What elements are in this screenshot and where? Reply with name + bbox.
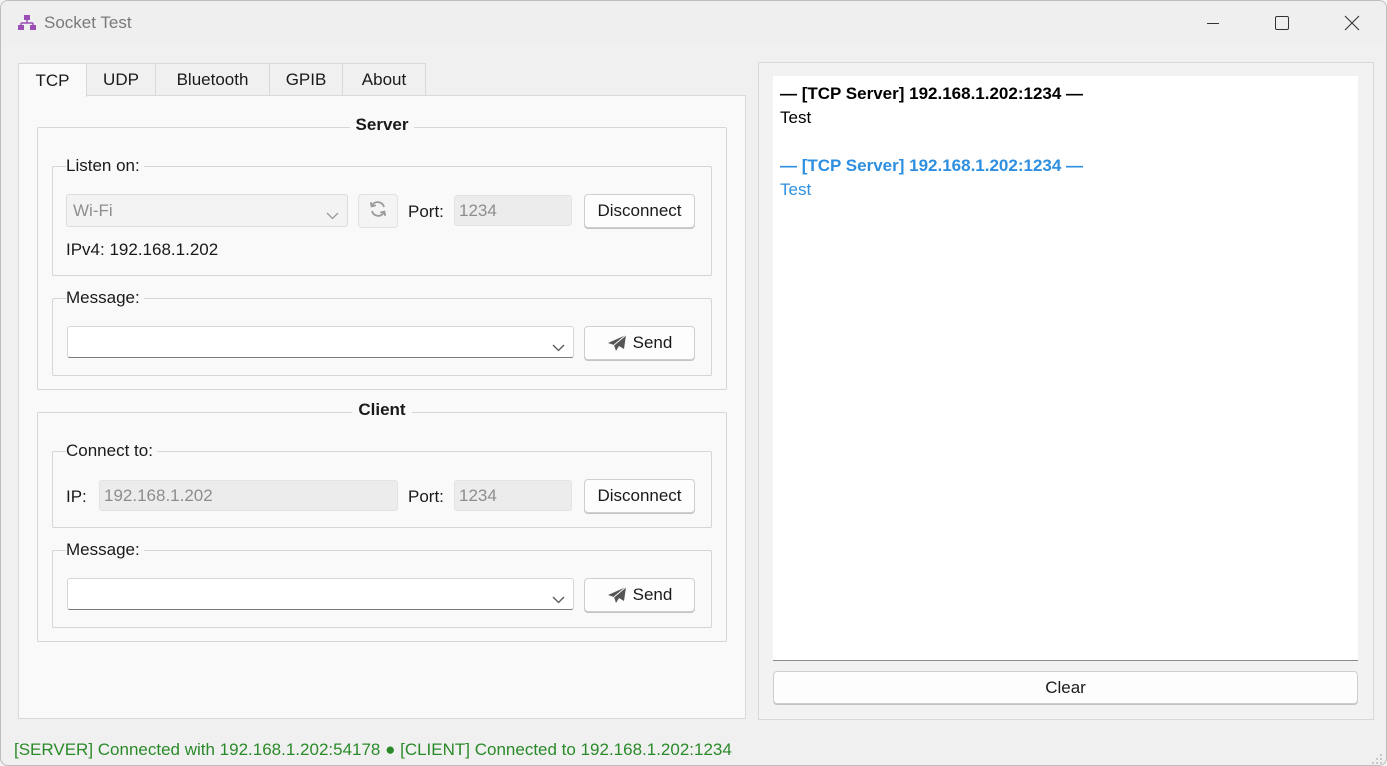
chevron-down-icon [552, 589, 565, 609]
log-entry-message: Test [780, 180, 812, 199]
interface-select[interactable]: Wi-Fi [66, 194, 348, 227]
listen-on-group: Listen on: Wi-Fi Port: 1234 Disconnect I… [52, 156, 712, 276]
server-group-title: Server [349, 115, 415, 134]
server-message-input[interactable] [67, 326, 574, 358]
refresh-button[interactable] [358, 194, 398, 228]
clear-button[interactable]: Clear [773, 671, 1358, 704]
minimize-button[interactable] [1178, 1, 1248, 45]
listen-on-label: Listen on: [66, 156, 144, 176]
server-disconnect-button[interactable]: Disconnect [584, 194, 695, 228]
client-send-button[interactable]: Send [584, 578, 695, 612]
maximize-icon [1275, 16, 1289, 30]
client-message-input[interactable] [67, 578, 574, 610]
paper-plane-icon [607, 586, 627, 604]
client-group-title: Client [352, 400, 412, 419]
resize-grip-icon[interactable] [1371, 750, 1383, 764]
chevron-down-icon [552, 337, 565, 357]
client-disconnect-button[interactable]: Disconnect [584, 479, 695, 513]
client-port-label: Port: [408, 487, 444, 506]
tab-udp[interactable]: UDP [86, 63, 156, 96]
close-button[interactable] [1317, 1, 1386, 45]
log-entry-message: Test [780, 108, 812, 127]
tab-tcp[interactable]: TCP [18, 63, 87, 97]
tab-about[interactable]: About [342, 63, 426, 96]
connect-to-group: Connect to: IP: 192.168.1.202 Port: 1234… [52, 441, 712, 528]
log-entry-header: — [TCP Server] 192.168.1.202:1234 — [780, 156, 1084, 175]
log-entry: — [TCP Server] 192.168.1.202:1234 — Test [780, 154, 1351, 202]
tcp-tab-panel: Server Listen on: Wi-Fi Port: 1234 Disco… [18, 95, 746, 719]
status-text: [SERVER] Connected with 192.168.1.202:54… [14, 740, 732, 759]
connect-to-label: Connect to: [66, 441, 157, 461]
log-entry: — [TCP Server] 192.168.1.202:1234 — Test [780, 82, 1351, 130]
client-ip-label: IP: [66, 487, 87, 506]
log-view[interactable]: — [TCP Server] 192.168.1.202:1234 — Test… [773, 76, 1358, 661]
client-message-label: Message: [66, 540, 144, 560]
window-title: Socket Test [44, 13, 132, 32]
minimize-icon [1206, 16, 1220, 30]
server-port-field[interactable]: 1234 [454, 195, 572, 226]
server-send-button[interactable]: Send [584, 326, 695, 360]
maximize-button[interactable] [1247, 1, 1317, 45]
paper-plane-icon [607, 334, 627, 352]
client-port-field[interactable]: 1234 [454, 480, 572, 511]
refresh-icon [369, 200, 387, 223]
log-entry-header: — [TCP Server] 192.168.1.202:1234 — [780, 84, 1084, 103]
server-port-label: Port: [408, 202, 444, 221]
client-ip-field[interactable]: 192.168.1.202 [99, 480, 398, 511]
server-message-label: Message: [66, 288, 144, 308]
network-icon [17, 14, 37, 32]
close-icon [1344, 15, 1360, 31]
title-bar: Socket Test [1, 1, 1386, 45]
tab-bluetooth[interactable]: Bluetooth [155, 63, 270, 96]
client-group: Client Connect to: IP: 192.168.1.202 Por… [37, 400, 727, 642]
server-message-group: Message: Send [52, 288, 712, 376]
chevron-down-icon [326, 205, 339, 225]
server-ipv4-text: IPv4: 192.168.1.202 [66, 240, 219, 259]
app-window: Socket Test TCP UDP Bluetooth GPIB About… [0, 0, 1387, 766]
server-group: Server Listen on: Wi-Fi Port: 1234 Disco… [37, 115, 727, 390]
client-message-group: Message: Send [52, 540, 712, 628]
tab-gpib[interactable]: GPIB [269, 63, 343, 96]
